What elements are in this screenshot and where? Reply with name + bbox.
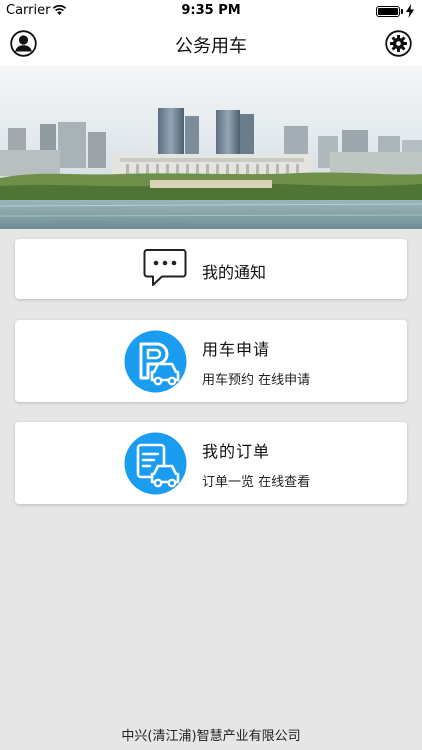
vehicle-application-label: 用车申请 [202, 340, 271, 359]
notifications-card[interactable]: 我的通知 [15, 239, 407, 299]
chat-bubble-icon [143, 249, 187, 286]
my-orders-card[interactable]: 我的订单 订单一览 在线查看 [15, 422, 407, 504]
my-orders-subtitle: 订单一览 在线查看 [202, 475, 311, 490]
charging-bolt-icon [406, 4, 414, 18]
status-bar: Carrier 9:35 PM [0, 0, 422, 22]
footer-company-name: 中兴(清江浦)智慧产业有限公司 [121, 729, 301, 744]
nav-bar: 公务用车 [0, 22, 422, 66]
battery-icon [376, 6, 400, 17]
vehicle-application-subtitle: 用车预约 在线申请 [202, 373, 311, 388]
settings-icon[interactable] [385, 30, 412, 57]
my-orders-label: 我的订单 [202, 442, 271, 461]
banner-image [0, 66, 422, 229]
clock: 9:35 PM [181, 3, 241, 18]
notifications-label: 我的通知 [202, 263, 267, 282]
parking-car-icon [124, 330, 187, 393]
vehicle-application-card[interactable]: 用车申请 用车预约 在线申请 [15, 320, 407, 402]
page-title: 公务用车 [175, 36, 247, 57]
document-car-icon [124, 432, 187, 495]
battery-tip [401, 9, 403, 14]
